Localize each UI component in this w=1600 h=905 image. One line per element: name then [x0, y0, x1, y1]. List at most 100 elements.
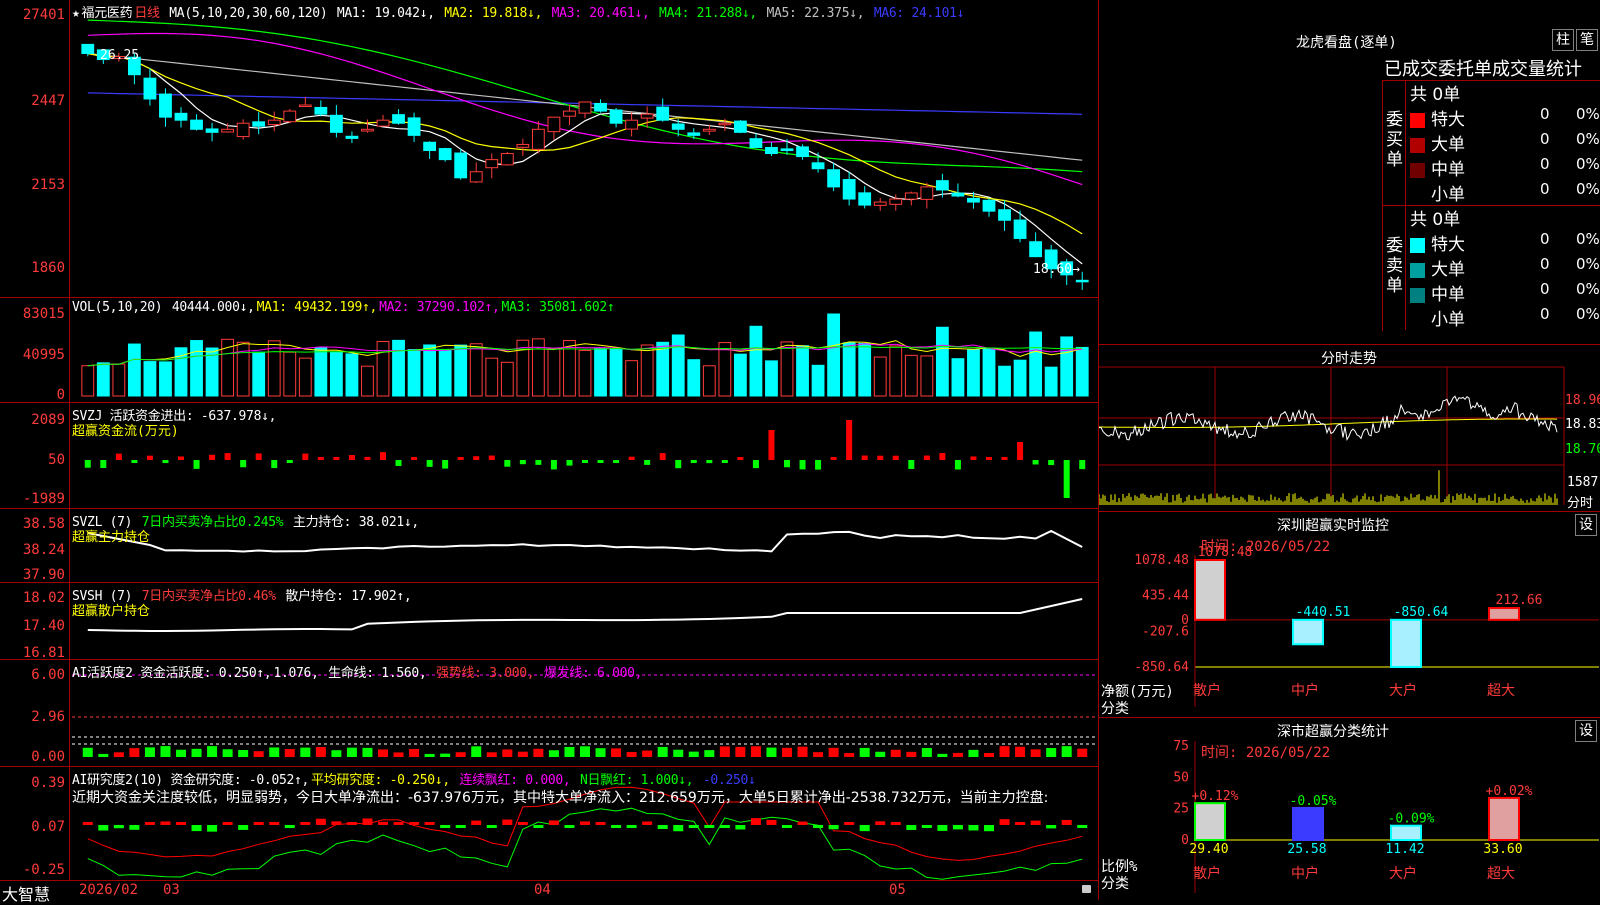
row-name: 小单 — [1431, 185, 1465, 205]
tick-mode-button[interactable]: 笔 — [1576, 29, 1598, 51]
classify-ytick: 0 — [1181, 833, 1189, 848]
candle — [531, 128, 545, 150]
vol-ma1: MA1: 49432.199↑, — [256, 300, 378, 315]
candle — [982, 199, 996, 212]
candle — [765, 147, 778, 155]
flow-bar — [302, 453, 309, 460]
candle — [609, 109, 623, 124]
activity-bar — [611, 748, 622, 757]
research-bar — [362, 818, 373, 825]
volume-bar — [298, 357, 312, 397]
research-bar — [844, 822, 855, 825]
research-bar — [642, 821, 653, 825]
classify-change-label: -0.05% — [1290, 794, 1337, 809]
row-count: 0 — [1540, 280, 1550, 298]
classify-change-label: -0.09% — [1388, 812, 1435, 827]
candle — [174, 112, 188, 121]
research-bar — [315, 818, 326, 825]
lock-icon[interactable] — [1082, 885, 1091, 893]
row-name: 大单 — [1431, 135, 1465, 155]
research-bar — [346, 822, 357, 825]
flow-bar — [628, 456, 635, 460]
activity-bar — [580, 746, 590, 757]
order-table-divider-v — [1405, 80, 1406, 330]
volume-bar — [143, 361, 157, 397]
flow-bar — [939, 453, 946, 460]
activity-bar — [750, 746, 761, 757]
flow-bar — [488, 455, 495, 460]
research-bar — [253, 822, 264, 825]
volume-bar — [625, 360, 639, 397]
flow-bar — [348, 454, 355, 460]
svzj-sub: 超赢资金流(万元) — [72, 424, 179, 439]
volume-bar — [609, 348, 623, 397]
volume-bar — [780, 341, 794, 397]
svsh-pane[interactable]: 18.02 17.40 16.81 SVSH (7) 7日内买卖净占比0.46%… — [0, 583, 1098, 661]
flow-bar — [830, 457, 837, 460]
candle — [671, 123, 685, 130]
ma4-value: MA4: 21.288↓, — [659, 6, 757, 21]
vol-ma2: MA2: 37290.102↑, — [379, 300, 500, 315]
order-stats-heading: 已成交委托单成交量统计 — [1384, 59, 1582, 80]
volume-pane[interactable]: 83015 40995 0 VOL(5,10,20) 40444.000↓, MA… — [0, 298, 1098, 403]
candle — [873, 201, 887, 206]
volume-bar — [423, 344, 437, 397]
ma-label: MA(5,10,20,30,60,120) — [169, 6, 328, 21]
row-percent: 0% — [1576, 230, 1600, 248]
candle — [640, 113, 654, 119]
row-percent: 0% — [1576, 180, 1600, 198]
monitor-bar-label: -440.51 — [1296, 605, 1351, 620]
high-label: 26.25 — [100, 48, 140, 63]
ai-research-pane[interactable]: 0.39 0.07 -0.25 AI研究度2(10) 资金研究度: -0.052… — [0, 767, 1098, 880]
flow-bar — [100, 460, 107, 468]
row-name: 小单 — [1431, 310, 1465, 330]
logo: 大智慧 — [2, 885, 51, 904]
volume-bar — [796, 345, 809, 397]
flow-bar — [333, 457, 340, 460]
period-label[interactable]: 日线 — [134, 6, 160, 21]
research-bar — [626, 825, 637, 828]
classify-value-label: 11.42 — [1385, 842, 1424, 857]
activity-bar — [331, 750, 342, 757]
candle — [454, 152, 468, 179]
candle — [842, 179, 856, 200]
row-count: 0 — [1540, 230, 1550, 248]
activity-bar — [1061, 746, 1072, 757]
research-bar — [284, 825, 295, 829]
volume-bar — [159, 361, 172, 397]
monitor-bar — [1292, 618, 1324, 646]
candle — [267, 119, 281, 126]
activity-bar — [1046, 748, 1057, 757]
ai-active-pane[interactable]: 6.00 2.96 0.00 AI活跃度2 资金活跃度: 0.250↑, 1.07… — [0, 660, 1098, 767]
volume-bar — [967, 348, 980, 397]
price-pane[interactable]: 27401 2447 2153 1860 ★ 福元医药 日线 MA(5,10,20,… — [0, 0, 1098, 298]
vol-value: 40444.000↓, — [171, 300, 255, 315]
volume-bar — [96, 362, 110, 397]
candle — [345, 135, 359, 139]
volume-bar — [376, 340, 390, 397]
activity-bar — [844, 752, 855, 757]
research-bar — [82, 822, 93, 825]
intraday-panel[interactable]: 分时走势 18.96 18.83 18.70 1587 分时 — [1098, 345, 1600, 512]
volume-bar — [469, 343, 483, 397]
svzl-hold: 主力持仓: 38.021↓, — [292, 515, 419, 530]
flow-bar — [426, 460, 433, 467]
candle — [1075, 279, 1089, 283]
monitor-bar — [1390, 618, 1422, 668]
research-bar — [300, 822, 311, 825]
candle — [500, 153, 514, 166]
volume-bar — [733, 353, 747, 397]
volume-bar — [454, 344, 468, 397]
monitor-category: 散户 — [1193, 682, 1221, 699]
svzl-pane[interactable]: 38.58 38.24 37.90 SVZL (7) 7日内买卖净占比0.245… — [0, 509, 1098, 583]
svzj-pane[interactable]: 2089 50 -1989 SVZJ 活跃资金进出: -637.978↓, 超赢… — [0, 403, 1098, 509]
flow-bar — [457, 457, 464, 460]
star-icon[interactable]: ★ — [72, 6, 80, 21]
research-bar — [719, 825, 730, 828]
research-bar — [269, 822, 280, 825]
classify-category: 超大 — [1487, 866, 1515, 882]
candle — [967, 197, 980, 203]
flow-bar — [442, 460, 449, 469]
activity-bar — [937, 753, 948, 757]
bar-mode-button[interactable]: 柱 — [1552, 29, 1574, 51]
